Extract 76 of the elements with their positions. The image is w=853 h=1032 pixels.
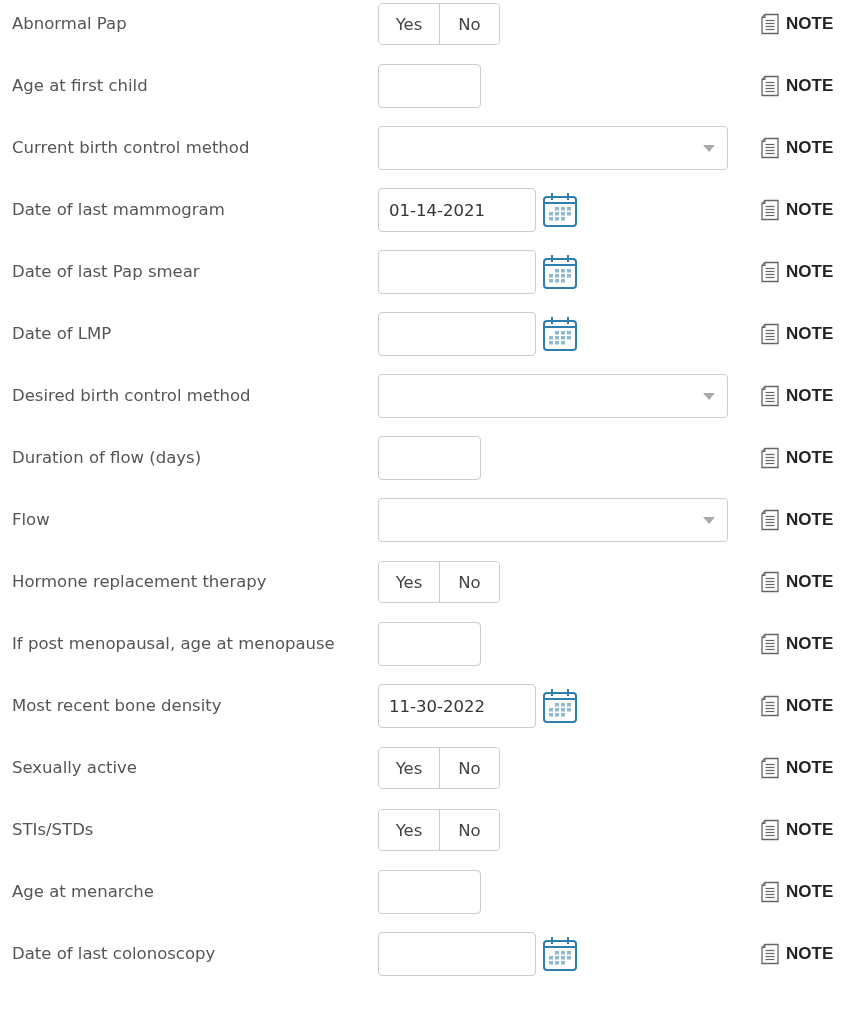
date-field[interactable]: 11-30-2022 [378, 684, 536, 728]
calendar-icon[interactable] [542, 254, 578, 290]
date-field[interactable]: 01-14-2021 [378, 188, 536, 232]
note-icon[interactable] [760, 633, 780, 655]
note-link[interactable]: NOTE [786, 758, 834, 778]
note-link[interactable]: NOTE [786, 324, 834, 344]
text-field[interactable] [378, 436, 481, 480]
note-icon[interactable] [760, 757, 780, 779]
caret-icon [703, 392, 715, 400]
yes-no-toggle[interactable]: Yes No [378, 747, 500, 789]
dropdown-field[interactable] [378, 498, 728, 542]
field-label: Date of last mammogram [12, 199, 226, 221]
note-link[interactable]: NOTE [786, 200, 834, 220]
note-icon[interactable] [760, 943, 780, 965]
field-label: Abnormal Pap [12, 13, 128, 35]
field-label: Hormone replacement therapy [12, 571, 268, 593]
note-link[interactable]: NOTE [786, 572, 834, 592]
note-icon[interactable] [760, 75, 780, 97]
note-icon[interactable] [760, 385, 780, 407]
note-icon[interactable] [760, 199, 780, 221]
note-icon[interactable] [760, 571, 780, 593]
note-icon[interactable] [760, 137, 780, 159]
text-field[interactable] [378, 870, 481, 914]
caret-icon [703, 144, 715, 152]
field-label: Flow [12, 509, 51, 531]
field-label: Age at first child [12, 75, 149, 97]
dropdown-field[interactable] [378, 126, 728, 170]
field-label: Date of LMP [12, 323, 113, 345]
note-icon[interactable] [760, 261, 780, 283]
option-button[interactable]: No [439, 4, 499, 44]
note-icon[interactable] [760, 447, 780, 469]
note-icon[interactable] [760, 13, 780, 35]
field-label: Date of last colonoscopy [12, 943, 217, 965]
calendar-icon[interactable] [542, 688, 578, 724]
note-icon[interactable] [760, 695, 780, 717]
yes-no-toggle[interactable]: Yes No [378, 809, 500, 851]
date-field[interactable] [378, 250, 536, 294]
dropdown-field[interactable] [378, 374, 728, 418]
option-button[interactable]: No [439, 562, 499, 602]
note-icon[interactable] [760, 819, 780, 841]
date-field[interactable] [378, 312, 536, 356]
note-link[interactable]: NOTE [786, 634, 834, 654]
note-link[interactable]: NOTE [786, 76, 834, 96]
field-label: Duration of flow (days) [12, 447, 203, 469]
note-link[interactable]: NOTE [786, 944, 834, 964]
caret-icon [703, 516, 715, 524]
field-label: Most recent bone density [12, 695, 223, 717]
calendar-icon[interactable] [542, 936, 578, 972]
note-link[interactable]: NOTE [786, 510, 834, 530]
field-label: STIs/STDs [12, 819, 95, 841]
note-link[interactable]: NOTE [786, 696, 834, 716]
note-icon[interactable] [760, 323, 780, 345]
field-label: Date of last Pap smear [12, 261, 201, 283]
option-button[interactable]: No [439, 810, 499, 850]
note-icon[interactable] [760, 509, 780, 531]
field-label: Age at menarche [12, 881, 155, 903]
yes-no-toggle[interactable]: Yes No [378, 3, 500, 45]
field-label: Desired birth control method [12, 385, 252, 407]
field-label: If post menopausal, age at menopause [12, 633, 336, 655]
text-field[interactable] [378, 622, 481, 666]
note-icon[interactable] [760, 881, 780, 903]
note-link[interactable]: NOTE [786, 448, 834, 468]
text-field[interactable] [378, 64, 481, 108]
note-link[interactable]: NOTE [786, 386, 834, 406]
field-label: Current birth control method [12, 137, 251, 159]
calendar-icon[interactable] [542, 192, 578, 228]
note-link[interactable]: NOTE [786, 138, 834, 158]
note-link[interactable]: NOTE [786, 262, 834, 282]
date-field[interactable] [378, 932, 536, 976]
yes-no-toggle[interactable]: Yes No [378, 561, 500, 603]
note-link[interactable]: NOTE [786, 882, 834, 902]
note-link[interactable]: NOTE [786, 14, 834, 34]
field-label: Sexually active [12, 757, 138, 779]
option-button[interactable]: No [439, 748, 499, 788]
calendar-icon[interactable] [542, 316, 578, 352]
note-link[interactable]: NOTE [786, 820, 834, 840]
